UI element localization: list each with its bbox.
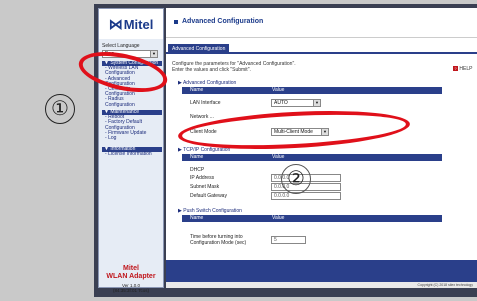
- title-bullet-icon: [174, 20, 178, 24]
- tab-advanced-configuration[interactable]: Advanced Configuration: [168, 44, 230, 54]
- main-panel: Advanced Configuration Advanced Configur…: [166, 8, 477, 288]
- default-gateway-input[interactable]: 0.0.0.0: [271, 192, 341, 200]
- copyright: Copyright (C) 2018 silex technology: [166, 282, 477, 288]
- help-icon: ?: [453, 66, 458, 71]
- footer-bar: [166, 260, 477, 282]
- help-link[interactable]: ? HELP: [453, 66, 472, 72]
- logo: ⋈ Mitel: [99, 9, 163, 39]
- col-name: Name: [190, 215, 204, 221]
- help-label: HELP: [459, 66, 473, 72]
- subnet-mask-label: Subnet Mask: [190, 184, 220, 190]
- push-time-label-2: Configuration Mode (sec): [190, 240, 247, 246]
- col-value: Value: [272, 87, 285, 93]
- table-header-advanced: Name Value: [182, 87, 442, 94]
- section-title-push: ▶ Push Switch Configuration: [178, 208, 242, 214]
- annotation-badge-2: ②: [281, 164, 311, 194]
- brand-line-2: WLAN Adapter: [106, 273, 156, 280]
- lan-interface-value: AUTO: [274, 100, 288, 106]
- table-header-tcpip: Name Value: [182, 154, 442, 161]
- ip-address-label: IP Address: [190, 175, 215, 181]
- col-value: Value: [272, 215, 285, 221]
- maintenance-menu: ▼ Maintenance - Reboot - Factory Default…: [102, 109, 162, 141]
- table-header-push: Name Value: [182, 215, 442, 222]
- push-time-input[interactable]: 5: [271, 236, 306, 244]
- version-line-2: (84:35:3f:01 Tcos): [113, 288, 149, 293]
- lan-interface-label: LAN Interface: [190, 100, 221, 106]
- menu-item-license[interactable]: - License Information: [102, 151, 162, 157]
- description-line-2: Enter the values and click "Submit".: [172, 67, 251, 73]
- logo-text: Mitel: [123, 16, 154, 32]
- col-name: Name: [190, 154, 204, 160]
- page-title: Advanced Configuration: [182, 18, 264, 25]
- lan-interface-select[interactable]: AUTO ▼: [271, 99, 321, 107]
- language-label: Select Language: [102, 43, 140, 49]
- sidebar: ⋈ Mitel Select Language Eng ▼ ▼ System C…: [98, 8, 164, 293]
- title-bar: Advanced Configuration: [166, 8, 477, 38]
- chevron-down-icon: ▼: [313, 100, 320, 106]
- information-menu: ▼ Information - License Information: [102, 146, 162, 157]
- col-value: Value: [272, 154, 285, 160]
- mitel-logo-icon: ⋈: [108, 15, 123, 32]
- push-time-label: Time before turning into Configuration M…: [190, 234, 246, 246]
- page-description: Configure the parameters for "Advanced C…: [172, 61, 392, 73]
- section-title-advanced: ▶ Advanced Configuration: [178, 80, 237, 86]
- sidebar-version: Ver 1.0.0 (84:35:3f:01 Tcos): [99, 283, 163, 293]
- menu-item-radius-2[interactable]: Configuration: [102, 102, 162, 108]
- network-label: Network ...: [190, 114, 214, 120]
- brand-line-1: Mitel: [123, 265, 139, 272]
- dhcp-label: DHCP: [190, 167, 205, 173]
- default-gateway-label: Default Gateway: [190, 193, 227, 199]
- col-name: Name: [190, 87, 204, 93]
- sidebar-brand: Mitel WLAN Adapter: [99, 265, 163, 281]
- menu-item-log[interactable]: - Log: [102, 135, 162, 141]
- tab-strip: Advanced Configuration: [166, 44, 477, 54]
- annotation-badge-1: ①: [45, 94, 75, 124]
- chevron-down-icon: ▼: [150, 51, 157, 57]
